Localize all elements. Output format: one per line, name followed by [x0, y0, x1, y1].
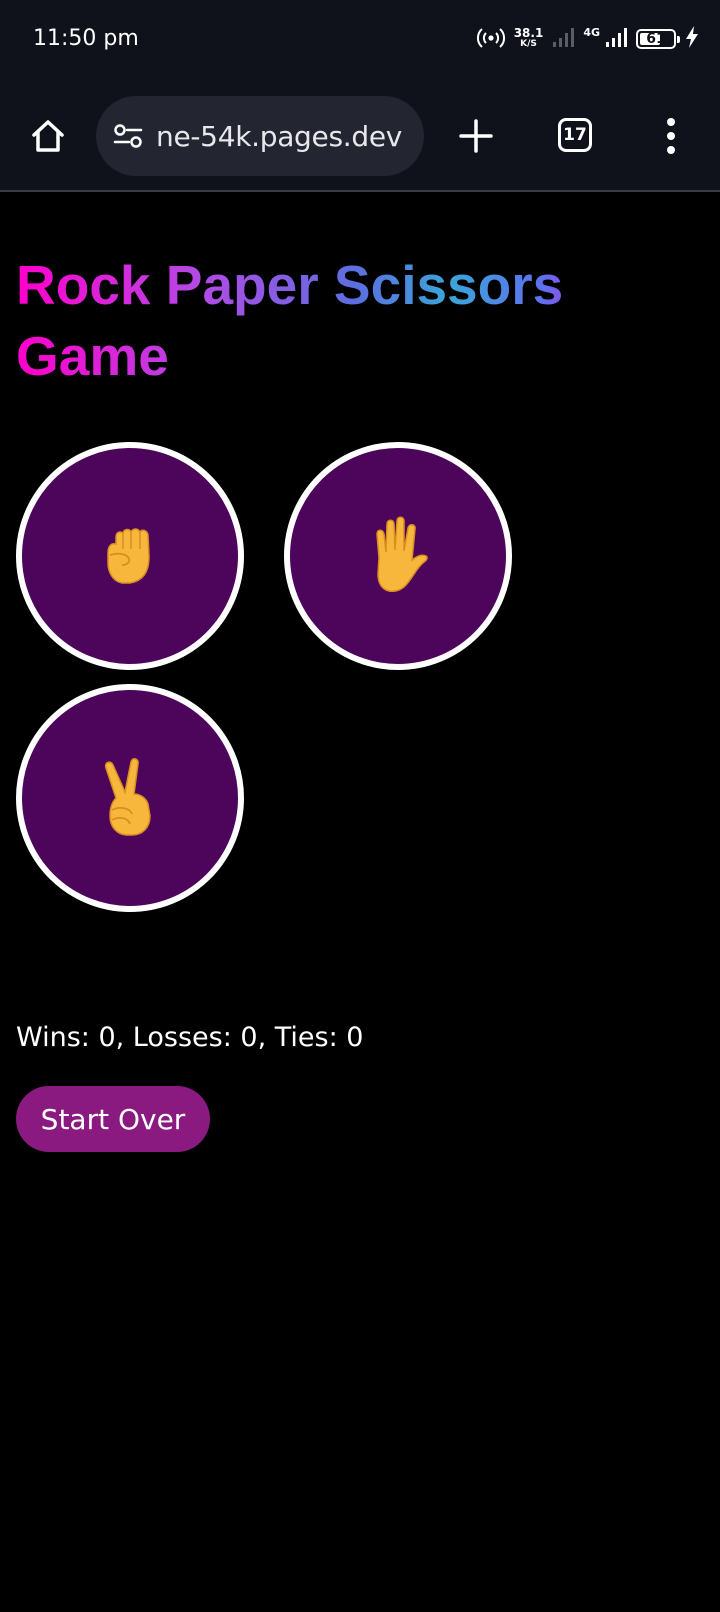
more-vert-icon[interactable] — [656, 114, 686, 158]
start-over-button[interactable]: Start Over — [16, 1086, 210, 1152]
scissors-hand-icon — [104, 758, 151, 836]
menu-dot — [667, 146, 675, 154]
status-icons: 38.1 K/S 4G 61 — [476, 22, 700, 56]
scissors-button[interactable] — [16, 684, 244, 912]
score-text: Wins: 0, Losses: 0, Ties: 0 — [16, 1022, 364, 1053]
home-button[interactable] — [26, 114, 70, 158]
new-tab-button[interactable] — [456, 114, 496, 158]
url-text: ne-54k.pages.dev — [156, 119, 403, 153]
network-type-label: 4G — [583, 26, 600, 39]
plus-icon — [459, 119, 493, 153]
browser-toolbar: ne-54k.pages.dev 17 — [0, 84, 720, 192]
network-speed: 38.1 K/S — [513, 26, 544, 50]
home-icon — [32, 120, 64, 152]
status-bar: 11:50 pm 38.1 K/S 4G 61 — [0, 0, 720, 84]
charging-icon — [684, 25, 700, 54]
paper-button[interactable] — [284, 442, 512, 670]
menu-dot — [667, 118, 675, 126]
battery-icon: 61 — [636, 29, 680, 49]
network-speed-value: 38.1 — [513, 26, 544, 40]
signal-weak-icon — [551, 26, 575, 53]
address-bar[interactable]: ne-54k.pages.dev — [96, 96, 424, 176]
menu-dot — [667, 132, 675, 140]
tabs-icon[interactable]: 17 — [558, 118, 592, 152]
hotspot-icon — [476, 25, 506, 54]
status-time: 11:50 pm — [33, 26, 139, 51]
tab-count: 17 — [563, 125, 587, 145]
rock-button[interactable] — [16, 442, 244, 670]
signal-strong-icon — [602, 26, 628, 53]
network-speed-unit: K/S — [520, 39, 537, 49]
battery-level-text: 61 — [646, 31, 666, 47]
paper-hand-icon — [376, 516, 428, 592]
site-settings-icon[interactable] — [112, 120, 144, 152]
game-title: Rock Paper Scissors Game — [16, 250, 636, 392]
rock-fist-icon — [107, 528, 150, 584]
